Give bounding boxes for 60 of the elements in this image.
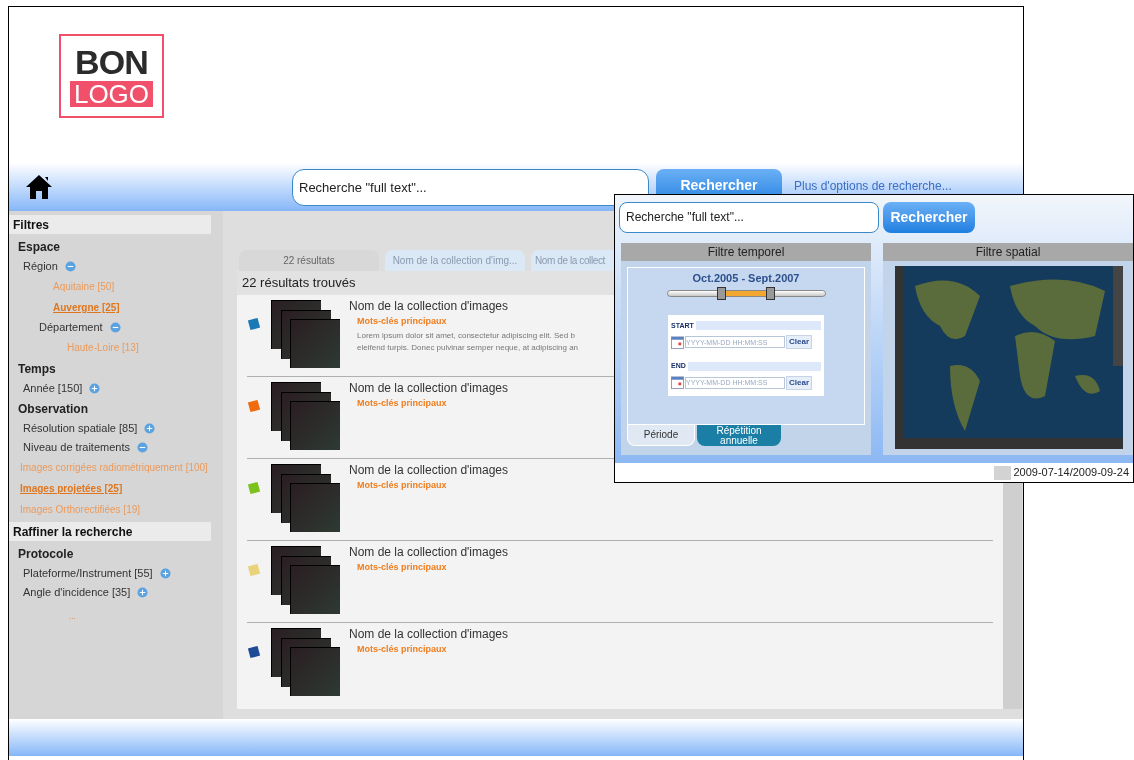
expand-icon[interactable] (137, 586, 149, 598)
section-title: Filtres (13, 216, 49, 234)
keywords-text: Mots-clés principaux (357, 479, 447, 492)
collection-title[interactable]: Nom de la collection d'images (349, 297, 579, 315)
facet-label[interactable]: Département (39, 319, 103, 335)
collection-title[interactable]: Nom de la collection d'images (349, 543, 509, 561)
facet-label[interactable]: Année [150] (23, 380, 83, 396)
keywords-text: Mots-clés principaux (357, 397, 447, 410)
group-title: Espace (18, 240, 61, 254)
facet-label[interactable]: Angle d'incidence [35] (23, 584, 131, 600)
collection-title[interactable]: Nom de la collection d'images (349, 379, 509, 397)
calendar-icon[interactable] (671, 376, 684, 389)
image-stack-placeholder (271, 382, 341, 452)
keywords-text: Mots-clés principaux (357, 643, 447, 656)
search-field[interactable]: Recherche "full text"... (292, 168, 649, 206)
panel-title: Filtre temporel (707, 244, 785, 261)
search-field[interactable]: Recherche "full text"... (619, 201, 879, 233)
image-stack-placeholder (271, 628, 341, 698)
logo-badge: LOGO (69, 81, 154, 107)
keywords-text: Mots-clés principaux (357, 561, 447, 574)
collection-title[interactable]: Nom de la collection d'images (349, 461, 509, 479)
home-icon[interactable] (25, 174, 53, 200)
image-stack-placeholder (271, 546, 341, 616)
period-tab[interactable]: Période (627, 425, 695, 446)
panel-title: Filtre spatial (975, 244, 1041, 261)
expand-icon[interactable] (144, 422, 156, 434)
group-title: Temps (18, 362, 56, 376)
group-title: Protocole (18, 547, 74, 561)
facet-label[interactable]: Résolution spatiale [85] (23, 420, 138, 436)
clear-button[interactable]: Clear (786, 335, 812, 349)
slider-thumb[interactable] (765, 286, 775, 300)
calendar-icon[interactable] (671, 335, 684, 349)
group-title: Observation (18, 402, 89, 416)
collection-title[interactable]: Nom de la collection d'images (349, 625, 509, 643)
period-tab[interactable]: Répétition annuelle (697, 425, 781, 446)
collapse-icon[interactable] (109, 321, 121, 333)
date-range-text: 2009-07-14/2009-09-24 (1013, 465, 1129, 481)
facet-label[interactable]: Région (23, 258, 58, 274)
collapse-icon[interactable] (64, 260, 76, 272)
status-block (994, 465, 1012, 480)
image-stack-placeholder (271, 464, 341, 534)
collapse-icon[interactable] (137, 441, 148, 453)
description-text: eleifend turpis. Donec pulvinar semper neque, at adipiscing an (357, 341, 579, 353)
expand-icon[interactable] (159, 567, 171, 579)
expand-icon[interactable] (89, 382, 101, 394)
image-stack-placeholder (271, 300, 341, 370)
clear-button[interactable]: Clear (786, 375, 812, 390)
date-range-label: Oct.2005 - Sept.2007 (692, 271, 800, 286)
facet-label[interactable]: Plateforme/Instrument [55] (23, 565, 153, 581)
range-slider-track[interactable] (666, 289, 826, 297)
slider-thumb[interactable] (716, 286, 726, 300)
results-count: 22 résultats trouvés (242, 274, 356, 293)
facet-label[interactable]: Niveau de traitements (23, 439, 130, 455)
result-tab[interactable]: 22 résultats (239, 250, 379, 271)
section-title: Raffiner la recherche (13, 523, 133, 541)
logo-text: BON (75, 45, 148, 79)
more-text: ... (69, 612, 76, 621)
keywords-text: Mots-clés principaux (357, 315, 447, 328)
more-options-link[interactable]: Plus d'options de recherche... (794, 179, 952, 193)
description-text: Lorem ipsum dolor sit amet, consectetur adipiscing elit. Sed b (357, 329, 575, 341)
